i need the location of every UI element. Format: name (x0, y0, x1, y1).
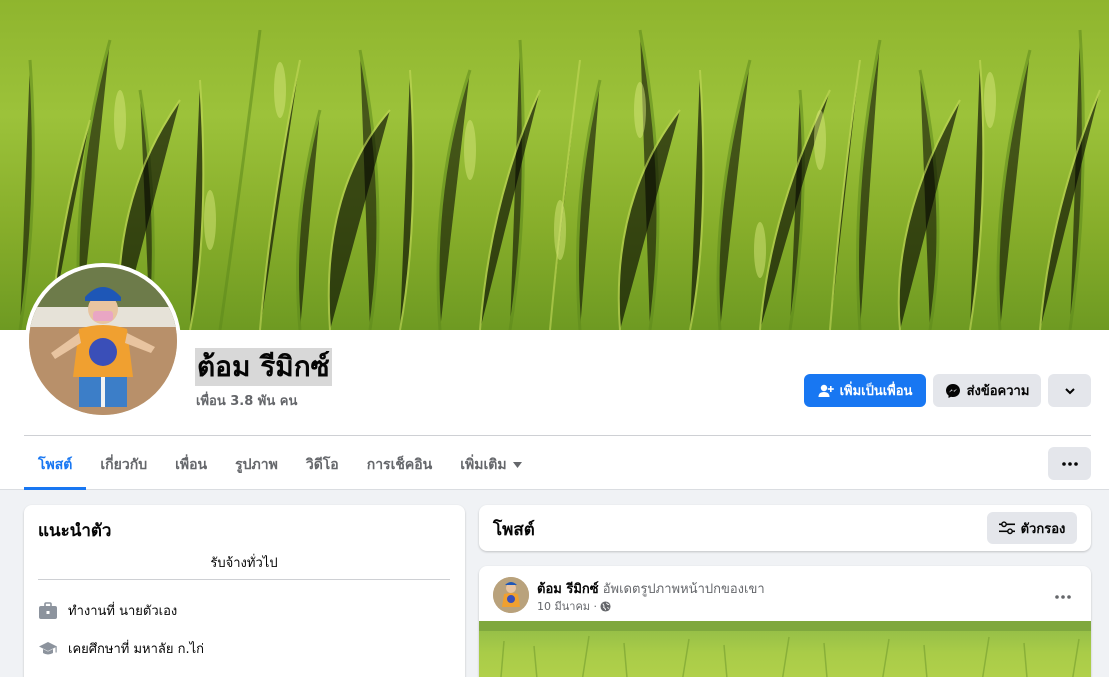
tab-label: การเช็คอิน (366, 457, 433, 473)
posts-header-card: โพสต์ ตัวกรอง (479, 505, 1091, 551)
filter-sliders-icon (998, 521, 1015, 535)
friend-count[interactable]: เพื่อน 3.8 พัน คน (196, 390, 297, 411)
tab-posts[interactable]: โพสต์ (24, 440, 87, 490)
header-divider (24, 435, 1091, 436)
avatar-photo (29, 267, 177, 415)
tab-about[interactable]: เกี่ยวกับ (86, 440, 161, 490)
tab-label: เพื่อน (175, 457, 208, 473)
post-timestamp[interactable]: 10 มีนาคม · (537, 597, 597, 615)
rice-field-image (18, 29, 1101, 330)
post-author-avatar[interactable] (493, 577, 529, 613)
intro-card: แนะนำตัว รับจ้างทั่วไป ทำงานที่ นายตัวเอ… (24, 505, 465, 677)
tab-checkins[interactable]: การเช็คอิน (353, 440, 447, 490)
intro-work-text: ทำงานที่ นายตัวเอง (68, 604, 178, 619)
tab-friends[interactable]: เพื่อน (161, 440, 221, 490)
posts-title: โพสต์ (493, 520, 535, 540)
intro-education-item: เคยศึกษาที่ มหาลัย ก.ไก่ (38, 638, 204, 659)
add-friend-label: เพิ่มเป็นเพื่อน (839, 384, 913, 399)
filter-label: ตัวกรอง (1020, 521, 1066, 537)
post-author-name[interactable]: ต้อม รีมิกซ์ (537, 582, 599, 597)
tab-photos[interactable]: รูปภาพ (221, 440, 292, 490)
post-card: ต้อม รีมิกซ์ อัพเดตรูปภาพหน้าปกของเขา 10… (479, 566, 1091, 677)
intro-divider (38, 579, 450, 580)
tab-label: โพสต์ (38, 457, 73, 473)
cover-photo[interactable] (0, 0, 1109, 330)
tab-label: เกี่ยวกับ (100, 457, 148, 473)
tab-videos[interactable]: วิดีโอ (292, 440, 353, 490)
add-person-icon (818, 384, 834, 397)
tab-label: รูปภาพ (235, 457, 278, 473)
message-button[interactable]: ส่งข้อความ (933, 374, 1041, 407)
messenger-icon (945, 383, 960, 398)
profile-avatar[interactable] (25, 263, 181, 419)
post-action-text: อัพเดตรูปภาพหน้าปกของเขา (602, 582, 765, 597)
more-options-button[interactable] (1048, 374, 1091, 407)
post-options-button[interactable] (1055, 584, 1071, 603)
message-label: ส่งข้อความ (966, 384, 1030, 399)
profile-tabs: โพสต์ เกี่ยวกับ เพื่อน รูปภาพ วิดีโอ การ… (24, 440, 536, 490)
intro-work-item: ทำงานที่ นายตัวเอง (38, 600, 177, 621)
tab-label: วิดีโอ (305, 457, 339, 473)
post-author-line: ต้อม รีมิกซ์ อัพเดตรูปภาพหน้าปกของเขา (537, 578, 765, 599)
tabs-more-button[interactable] (1048, 447, 1091, 480)
ellipsis-icon (1055, 595, 1071, 599)
post-meta: 10 มีนาคม · (537, 597, 611, 615)
briefcase-icon (39, 601, 57, 619)
globe-icon (600, 600, 611, 612)
add-friend-button[interactable]: เพิ่มเป็นเพื่อน (804, 374, 926, 407)
ellipsis-icon (1061, 461, 1078, 466)
tab-label: เพิ่มเติม (460, 457, 507, 473)
profile-name: ต้อม รีมิกซ์ (195, 348, 332, 386)
avatar-photo (493, 577, 529, 613)
intro-title: แนะนำตัว (38, 521, 112, 541)
caret-down-icon (512, 462, 522, 468)
chevron-down-icon (1064, 387, 1075, 394)
graduation-cap-icon (39, 641, 57, 654)
post-cover-image[interactable] (479, 621, 1091, 677)
intro-bio: รับจ้างทั่วไป (210, 556, 278, 571)
rice-field-image (479, 621, 1091, 677)
intro-education-text: เคยศึกษาที่ มหาลัย ก.ไก่ (68, 642, 205, 657)
tab-more[interactable]: เพิ่มเติม (446, 440, 535, 490)
filter-button[interactable]: ตัวกรอง (987, 512, 1077, 544)
